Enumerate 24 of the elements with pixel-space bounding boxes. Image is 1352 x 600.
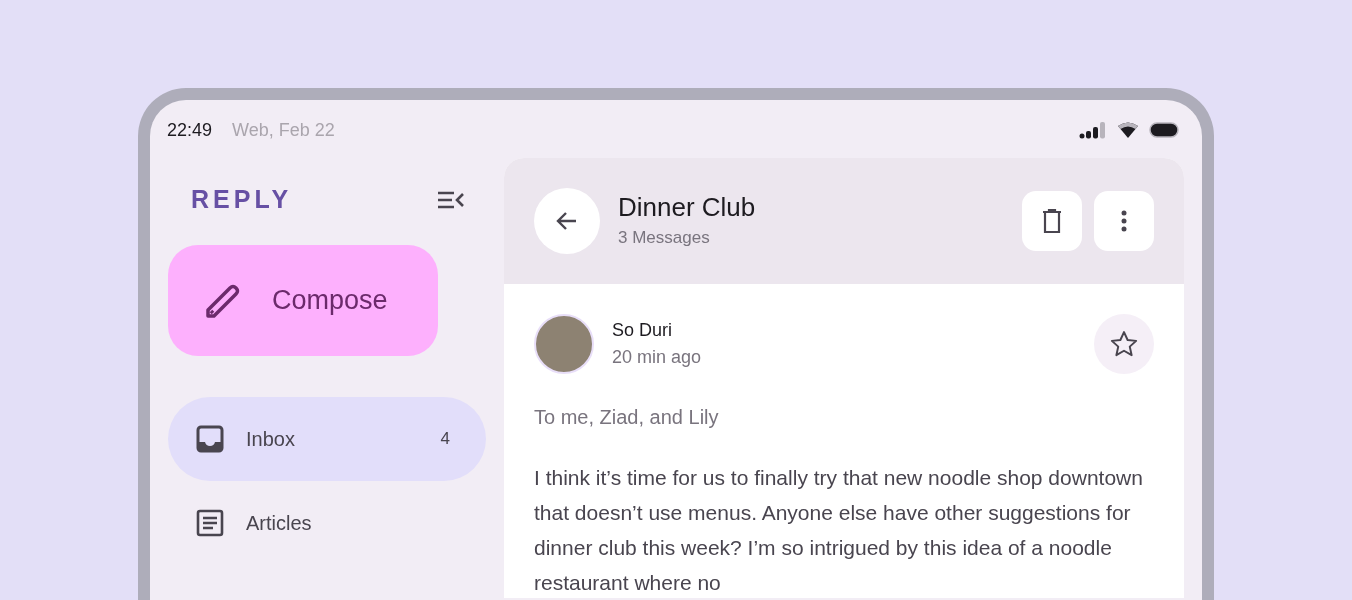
delete-button[interactable]	[1022, 191, 1082, 251]
nav-item[interactable]: Articles	[168, 481, 486, 565]
battery-icon	[1149, 122, 1179, 138]
avatar-photo	[534, 314, 594, 374]
star-icon	[1109, 329, 1139, 359]
status-time: 22:49	[167, 118, 213, 142]
more-vertical-icon	[1121, 210, 1127, 232]
article-icon	[196, 509, 224, 537]
compose-button[interactable]: Compose	[168, 245, 438, 356]
message-body: I think it’s time for us to finally try that new noodle shop downtown that doesn’t use menus. Anyone else have other suggestions for dinner club this week? I’m so intrigued by this idea of a noodle restaurant where no	[534, 465, 1144, 596]
inbox-icon	[196, 425, 224, 453]
app-logo: REPLY	[191, 184, 293, 216]
thread-title: Dinner Club	[618, 191, 756, 224]
message-count: 3 Messages	[618, 227, 711, 250]
trash-icon	[1041, 208, 1063, 234]
recipients-line: To me, Ziad, and Lily	[534, 405, 720, 430]
nav-item[interactable]: Inbox 4	[168, 397, 486, 481]
menu-collapse-icon[interactable]	[436, 189, 466, 211]
signal-icon	[1079, 121, 1107, 139]
message-time: 20 min ago	[612, 346, 702, 369]
unread-count: 4	[440, 428, 450, 451]
wifi-icon	[1117, 122, 1139, 138]
sender-name: So Duri	[612, 319, 674, 342]
status-date: Web, Feb 22	[232, 118, 335, 142]
